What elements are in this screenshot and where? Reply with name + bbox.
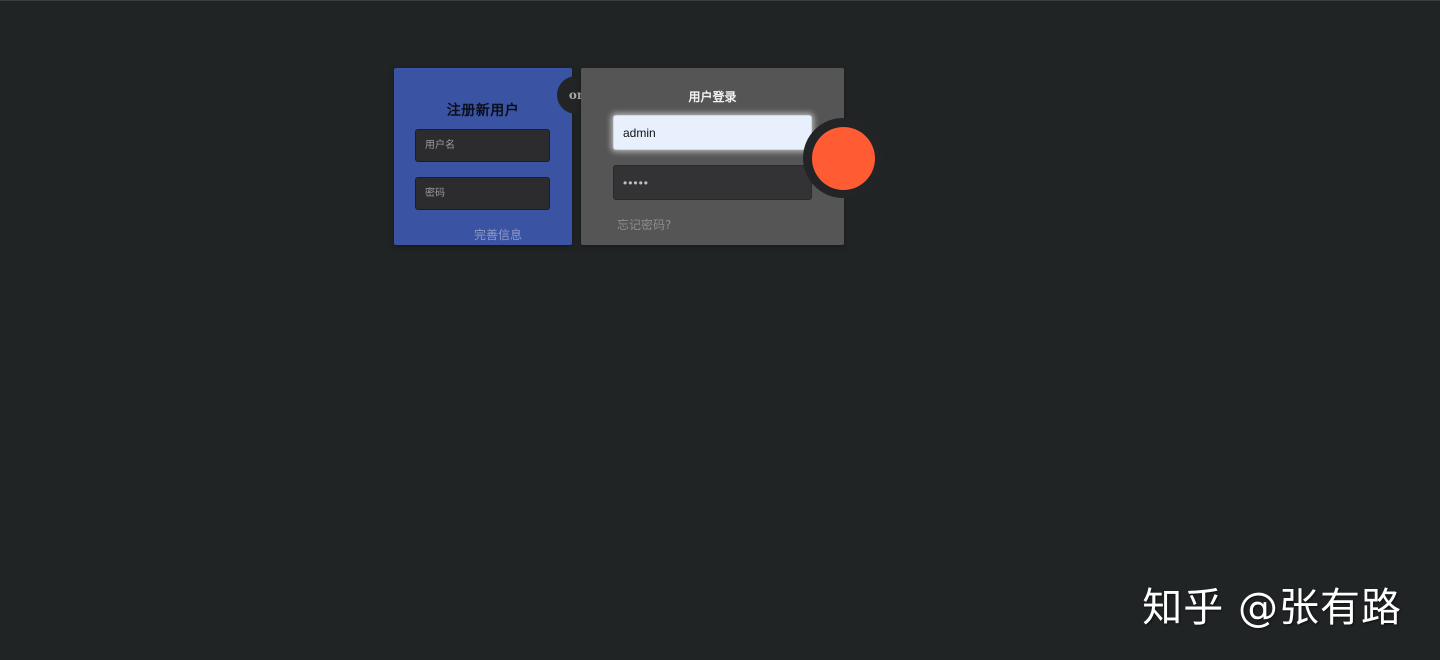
complete-info-link[interactable]: 完善信息 (394, 226, 572, 243)
login-title: 用户登录 (688, 90, 737, 104)
forgot-password-link[interactable]: 忘记密码? (617, 216, 671, 233)
register-panel: 注册新用户 完善信息 (394, 68, 572, 245)
register-title: 注册新用户 (446, 103, 520, 119)
register-username-input[interactable] (415, 129, 550, 162)
register-password-input[interactable] (415, 177, 550, 210)
login-submit-button[interactable] (812, 127, 875, 190)
page: 注册新用户 完善信息 or 用户登录 忘记密码? 知乎 @张有路 (0, 0, 1440, 660)
login-username-input[interactable] (613, 115, 812, 150)
login-password-input[interactable] (613, 165, 812, 200)
watermark: 知乎 @张有路 (1142, 585, 1402, 631)
